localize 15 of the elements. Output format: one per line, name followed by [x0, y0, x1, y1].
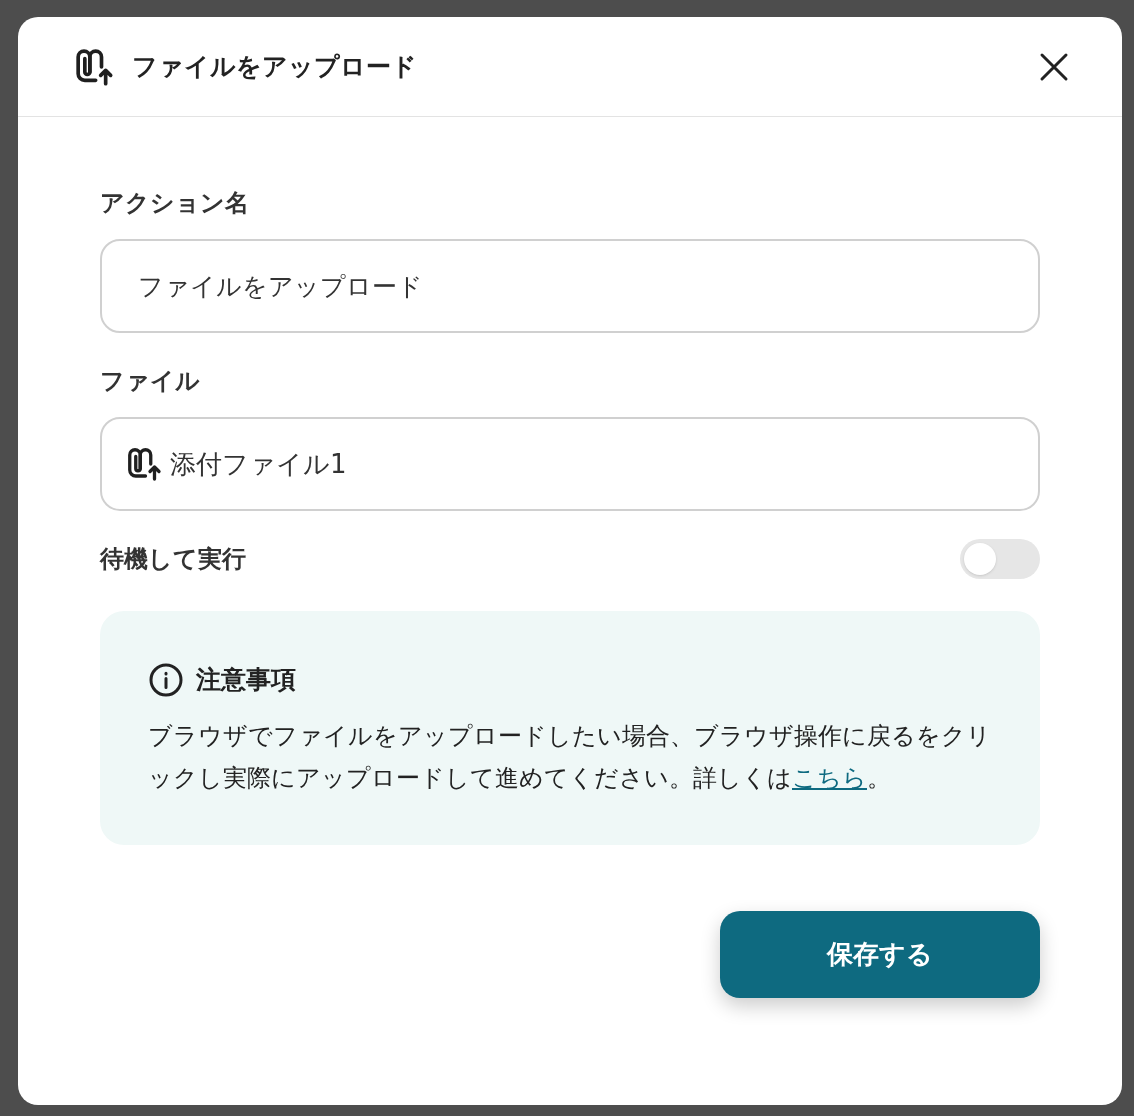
save-button[interactable]: 保存する [720, 910, 1040, 998]
details-link[interactable]: こちら [792, 763, 867, 792]
toggle-label: 待機して実行 [100, 544, 246, 575]
input-field[interactable]: ファイルをアップロード [100, 239, 1040, 333]
field-label: ファイル [100, 366, 201, 397]
field-label: アクション名 [100, 188, 250, 219]
file-name: 添付ファイル1 [170, 447, 347, 481]
paperclip-upload-icon [74, 46, 114, 87]
notice-text: ブラウザでファイルをアップロードしたい場合、ブラウザ操作に戻るをクリックし実際にアップロードして進めてください。詳しくは こちら。 [148, 720, 992, 794]
paperclip-upload-icon [126, 446, 162, 482]
notice-title: 注意事項 [196, 664, 296, 696]
info-icon [148, 661, 184, 698]
toggle-switch[interactable] [960, 539, 1040, 579]
file-field[interactable]: 添付ファイル1 [100, 417, 1040, 511]
dialog-title: ファイルをアップロード [132, 50, 417, 83]
